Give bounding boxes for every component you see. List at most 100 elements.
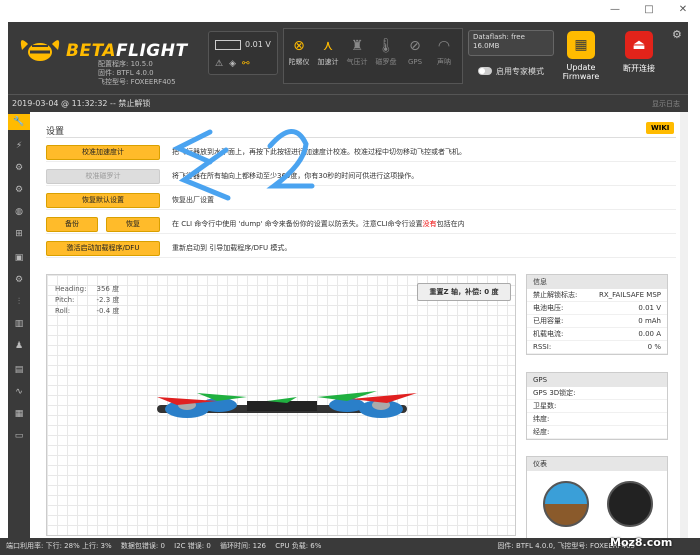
- activate-dfu-button[interactable]: 激活启动加载程序/DFU: [46, 241, 160, 256]
- sidebar: 🔧 ⚡ ⚙ ⚙ ◍ ⊞ ▣ ⚙ ⫶ ▥ ♟ ▤ ∿ ▦ ▭: [8, 112, 30, 538]
- watermark: Moz8.com: [610, 536, 673, 549]
- gps-title: GPS: [527, 373, 667, 387]
- setup-tab: 设置 WIKI 校准加速度计 把飞行器放到水平面上，再按下此按钮进行加速度计校准…: [30, 112, 680, 538]
- gps-row: 卫星数:: [527, 400, 667, 413]
- page-title: 设置: [46, 127, 65, 137]
- reset-z-axis-button[interactable]: 重置Z 轴，补偿: 0 度: [417, 283, 511, 301]
- cycle-time: 循环时间: 126: [220, 542, 267, 550]
- backup-desc: 在 CLI 命令行中使用 'dump' 命令来备份你的设置以防丢失。注意CLI命…: [172, 220, 465, 228]
- gps-icon: ⊘: [409, 38, 421, 54]
- calibrate-mag-button[interactable]: 校准磁罗计: [46, 169, 160, 184]
- calibrate-mag-desc: 将飞行器在所有轴向上都移动至少360度，你有30秒的时间可供进行这项操作。: [172, 172, 419, 180]
- info-title: 信息: [527, 275, 667, 289]
- i2c-error: I2C 错误: 0: [174, 542, 211, 550]
- nav-sensors-icon[interactable]: ∿: [8, 384, 30, 400]
- calibrate-accel-desc: 把飞行器放到水平面上，再按下此按钮进行加速度计校准。校准过程中切勿移动飞控或者飞…: [172, 148, 466, 156]
- nav-config-icon[interactable]: ⚙: [8, 160, 30, 176]
- setup-actions: 校准加速度计 把飞行器放到水平面上，再按下此按钮进行加速度计校准。校准过程中切勿…: [46, 142, 676, 260]
- info-row: RSSI: 0 %: [527, 341, 667, 354]
- instruments-title: 仪表: [527, 457, 667, 471]
- restore-button[interactable]: 恢复: [106, 217, 160, 232]
- sensor-sonar: ◠ 声呐: [431, 34, 457, 80]
- close-button[interactable]: ✕: [676, 3, 690, 17]
- gyro-icon: ⊗: [293, 38, 305, 54]
- gps-row: 纬度:: [527, 413, 667, 426]
- calibrate-accel-button[interactable]: 校准加速度计: [46, 145, 160, 160]
- reset-settings-desc: 恢复出厂设置: [172, 196, 214, 204]
- nav-servos-icon[interactable]: ▥: [8, 316, 30, 332]
- toggle-switch[interactable]: [478, 67, 492, 75]
- nav-adjust-icon[interactable]: ⫶: [8, 294, 30, 310]
- info-panel: 信息 禁止解锁标志: RX_FAILSAFE MSP 电池电压: 0.01 V 已用…: [526, 274, 668, 355]
- gps-row: GPS 3D锁定:: [527, 387, 667, 400]
- reset-settings-button[interactable]: 恢复默认设置: [46, 193, 160, 208]
- status-icons: ⚠◈⚯: [215, 59, 256, 69]
- arming-status: 2019-03-04 @ 11:32:32 -- 禁止解锁: [12, 99, 151, 108]
- expert-mode-toggle[interactable]: 启用专家模式: [478, 66, 544, 77]
- heading-indicator-icon: [607, 481, 653, 527]
- nav-modes-icon[interactable]: ⚙: [8, 272, 30, 288]
- gear-icon[interactable]: ⚙: [672, 28, 682, 41]
- model-view: Heading: 356 度 Pitch: -2.3 度 Roll: -0.4 度 重…: [46, 274, 516, 536]
- nav-pid-icon[interactable]: ⊞: [8, 226, 30, 242]
- packet-error: 数据包错误: 0: [120, 542, 165, 550]
- firmware-version: 固件: BTFL 4.0.0: [98, 69, 154, 77]
- info-row: 机载电流: 0.00 A: [527, 328, 667, 341]
- config-version: 配置程序: 10.5.0: [98, 60, 153, 68]
- window-titlebar: — □ ✕: [0, 0, 700, 22]
- sonar-icon: ◠: [437, 38, 451, 54]
- gps-panel: GPS GPS 3D锁定: 卫星数: 纬度: 经度:: [526, 372, 668, 440]
- maximize-button[interactable]: □: [642, 3, 656, 17]
- info-row: 电池电压: 0.01 V: [527, 302, 667, 315]
- brand-name: BETAFLIGHT: [66, 41, 188, 61]
- calibrate-mag-row: 校准磁罗计 将飞行器在所有轴向上都移动至少360度，你有30秒的时间可供进行这项…: [46, 166, 676, 186]
- roll-value: -0.4 度: [96, 307, 120, 315]
- quadcopter-model: [157, 391, 417, 418]
- cpu-load: CPU 负载: 6%: [275, 542, 322, 550]
- title-divider: [46, 137, 676, 138]
- nav-cli-icon[interactable]: ▭: [8, 428, 30, 444]
- baro-icon: ♜: [350, 38, 364, 54]
- minimize-button[interactable]: —: [608, 3, 622, 17]
- nav-blackbox-icon[interactable]: ▦: [8, 406, 30, 422]
- wiki-button[interactable]: WIKI: [646, 122, 675, 134]
- board-name: 飞控型号: FOXEERF405: [98, 78, 176, 86]
- app-header: BETAFLIGHT 配置程序: 10.5.0 固件: BTFL 4.0.0 飞…: [8, 22, 688, 94]
- nav-power-icon[interactable]: ⚙: [8, 182, 30, 198]
- bee-logo-icon: [20, 40, 60, 61]
- info-row: 已用容量: 0 mAh: [527, 315, 667, 328]
- plug-icon: ⏏: [625, 31, 653, 59]
- nav-motors-icon[interactable]: ♟: [8, 338, 30, 354]
- instruments-panel: 仪表: [526, 456, 668, 538]
- sensor-mag: 🌡 磁罗盘: [373, 34, 399, 80]
- nav-failsafe-icon[interactable]: ◍: [8, 204, 30, 220]
- failsafe-icon: ◈: [229, 59, 242, 69]
- pitch-value: -2.3 度: [96, 296, 120, 304]
- gps-row: 经度:: [527, 426, 667, 439]
- show-log-link[interactable]: 显示日志: [652, 95, 680, 113]
- status-bar: 端口利用率: 下行: 28% 上行: 3% 数据包错误: 0 I2C 错误: 0…: [0, 538, 700, 555]
- update-firmware-button[interactable]: ▦ Update Firmware: [556, 28, 606, 86]
- battery-icon: [215, 40, 241, 50]
- backup-button[interactable]: 备份: [46, 217, 98, 232]
- version-info: 配置程序: 10.5.0 固件: BTFL 4.0.0 飞控型号: FOXEER…: [98, 60, 176, 87]
- sensor-baro: ♜ 气压计: [344, 34, 370, 80]
- nav-receiver-icon[interactable]: ▣: [8, 250, 30, 266]
- battery-status: 0.01 V ⚠◈⚯: [208, 31, 278, 75]
- disconnect-button[interactable]: ⏏ 断开连接: [614, 28, 664, 86]
- scrollbar[interactable]: [680, 112, 688, 538]
- port-usage: 端口利用率: 下行: 28% 上行: 3%: [6, 542, 112, 550]
- nav-ports-icon[interactable]: ⚡: [8, 138, 30, 154]
- attitude-indicator-icon: [543, 481, 589, 527]
- gauges: [527, 471, 667, 538]
- nav-osd-icon[interactable]: ▤: [8, 362, 30, 378]
- mag-icon: 🌡: [377, 38, 395, 54]
- sensor-accel: ⋏ 加速计: [315, 34, 341, 80]
- sensor-gyro: ⊗ 陀螺仪: [286, 34, 312, 80]
- dfu-row: 激活启动加载程序/DFU 重新启动到 引导加载程序/DFU 模式。: [46, 238, 676, 258]
- dataflash-status: Dataflash: free 16.0MB: [468, 30, 554, 56]
- battery-voltage: 0.01 V: [245, 40, 271, 49]
- backup-restore-row: 备份 恢复 在 CLI 命令行中使用 'dump' 命令来备份你的设置以防丢失。…: [46, 214, 676, 234]
- warning-icon: ⚠: [215, 59, 230, 69]
- nav-setup-icon[interactable]: 🔧: [8, 114, 30, 130]
